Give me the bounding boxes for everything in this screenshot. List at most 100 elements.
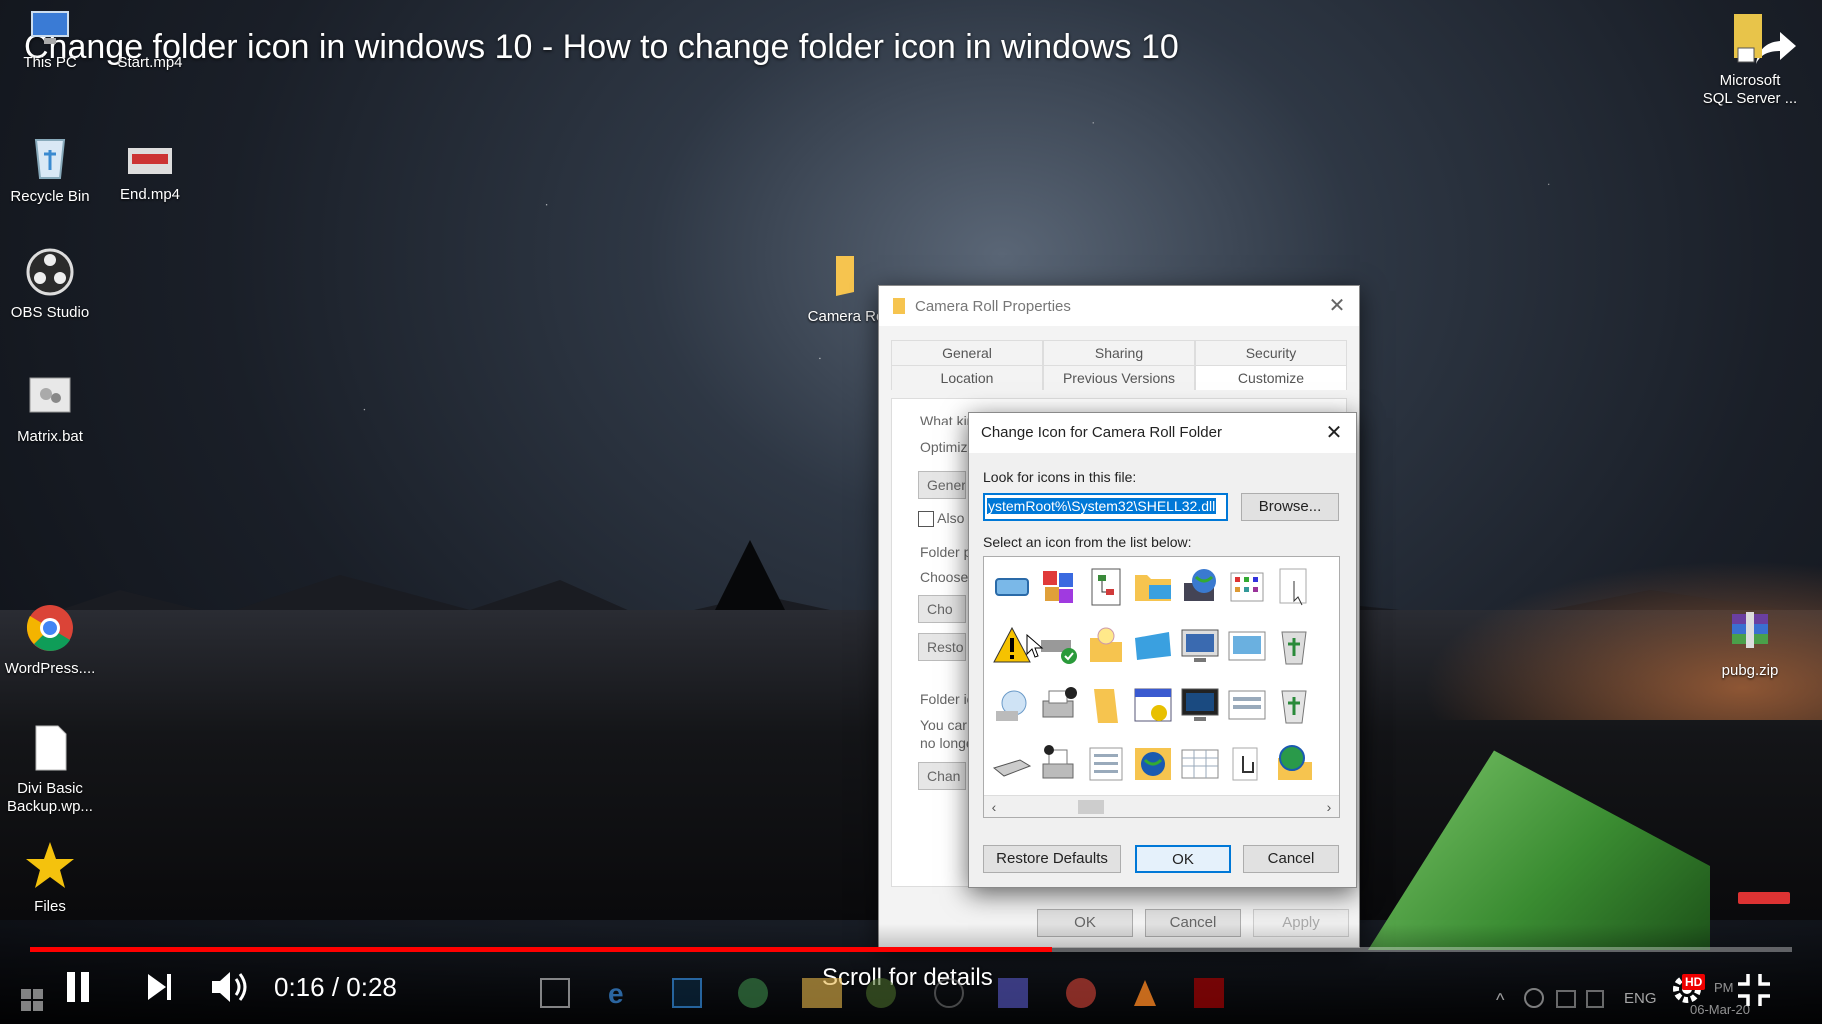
scrollbar-thumb[interactable] <box>1078 800 1104 814</box>
icon-list[interactable]: ‹ › <box>983 556 1340 818</box>
next-icon[interactable] <box>146 972 174 1002</box>
desktop-icon-pubg[interactable]: pubg.zip <box>1700 604 1800 680</box>
desktop-icon-wordpress[interactable]: WordPress.... <box>0 602 100 678</box>
tab-security[interactable]: Security <box>1195 340 1347 365</box>
document-list-icon[interactable] <box>1084 742 1128 786</box>
task-view-icon[interactable] <box>540 978 570 1008</box>
desktop-icon-sql-server[interactable]: Microsoft SQL Server ... <box>1700 8 1800 108</box>
globe-photo-icon[interactable] <box>1131 742 1175 786</box>
desktop-icon-start-mp4[interactable]: Start.mp4 <box>100 8 200 72</box>
scroll-right-icon[interactable]: › <box>1319 796 1339 817</box>
desktop-icon-files[interactable]: Files <box>0 840 100 916</box>
speaker-tray-icon[interactable] <box>1586 990 1604 1008</box>
choose-file-button[interactable]: Cho <box>918 595 966 623</box>
video-time: 0:16 / 0:28 <box>274 972 397 1002</box>
video-file-icon <box>124 140 176 180</box>
battery-icon[interactable] <box>1556 990 1576 1008</box>
computer-icon <box>24 8 76 48</box>
desktop-icon-matrix[interactable]: Matrix.bat <box>0 370 100 446</box>
desktop-icon-end-mp4[interactable]: End.mp4 <box>100 140 200 204</box>
acrobat-icon[interactable] <box>1194 978 1224 1008</box>
horizontal-scrollbar[interactable]: ‹ › <box>984 795 1339 817</box>
hand-cursor-icon[interactable] <box>1225 742 1269 786</box>
scroll-left-icon[interactable]: ‹ <box>984 796 1004 817</box>
partial-icon[interactable] <box>1319 742 1339 786</box>
window-list-icon[interactable] <box>1225 683 1269 727</box>
properties-tabs-top: General Sharing Security <box>891 340 1347 365</box>
hd-badge: HD <box>1682 974 1706 990</box>
calendar-icon[interactable] <box>1131 683 1175 727</box>
desktop-icon-divi-backup[interactable]: Divi Basic Backup.wp... <box>0 722 100 816</box>
icon-file-path-input[interactable]: ystemRoot%\System32\SHELL32.dll <box>983 493 1228 521</box>
also-apply-checkbox[interactable]: Also <box>918 510 964 528</box>
network-diagram-icon[interactable] <box>1084 565 1128 609</box>
slideshow-icon[interactable] <box>1225 624 1269 668</box>
dialog-ok-button[interactable]: OK <box>1135 845 1231 873</box>
desktop-icon-obs[interactable]: OBS Studio <box>0 246 100 322</box>
pause-icon[interactable] <box>64 970 92 1004</box>
computer-screen-icon[interactable] <box>1178 624 1222 668</box>
app-icon[interactable] <box>866 978 896 1008</box>
tab-sharing[interactable]: Sharing <box>1043 340 1195 365</box>
drive-flat-icon[interactable] <box>990 742 1034 786</box>
desktop-icon-label: Divi Basic <box>17 780 83 797</box>
printer-stack-icon[interactable] <box>1037 742 1081 786</box>
dialog-titlebar: Change Icon for Camera Roll Folder <box>969 413 1356 453</box>
desktop-icon-this-pc[interactable]: This PC <box>0 8 100 72</box>
partial-icon[interactable] <box>1319 624 1339 668</box>
tray-chevron-icon[interactable]: ^ <box>1496 990 1504 1011</box>
dialog-cancel-button[interactable]: Cancel <box>1243 845 1339 873</box>
close-icon[interactable]: ✕ <box>1325 294 1349 318</box>
printer-check-icon[interactable] <box>1037 683 1081 727</box>
folder-yellow-icon[interactable] <box>1084 683 1128 727</box>
tab-previous-versions[interactable]: Previous Versions <box>1043 365 1195 390</box>
drive-icon[interactable] <box>990 565 1034 609</box>
browse-button[interactable]: Browse... <box>1241 493 1339 521</box>
globe-computer-icon[interactable] <box>1178 565 1222 609</box>
scroll-hint[interactable]: Scroll for details <box>822 964 993 992</box>
folder-icon <box>820 250 872 302</box>
desktop-icon-label: Files <box>34 898 66 915</box>
colorful-tiles-icon[interactable] <box>1037 565 1081 609</box>
obs-taskbar-icon[interactable] <box>934 978 964 1008</box>
folder-network-icon[interactable] <box>1131 565 1175 609</box>
tab-location[interactable]: Location <box>891 365 1043 390</box>
partial-icon[interactable] <box>1319 683 1339 727</box>
volume-icon[interactable] <box>210 970 250 1004</box>
key-icon[interactable] <box>1319 565 1339 609</box>
details-grid-icon[interactable] <box>1178 742 1222 786</box>
restore-defaults-button[interactable]: Restore Defaults <box>983 845 1121 873</box>
app-icon[interactable] <box>738 978 768 1008</box>
video-progress-bar[interactable] <box>30 947 1792 952</box>
cursor-document-icon[interactable] <box>1272 565 1316 609</box>
desktop-icon-label: Matrix.bat <box>17 428 83 445</box>
windows-start-icon[interactable] <box>20 988 44 1012</box>
icon-grid-icon[interactable] <box>1225 565 1269 609</box>
change-icon-button[interactable]: Chan <box>918 762 966 790</box>
lightbulb-folder-icon[interactable] <box>1084 624 1128 668</box>
network-globe-icon[interactable] <box>1524 988 1544 1008</box>
tab-general[interactable]: General <box>891 340 1043 365</box>
desktop-icon-label: SQL Server ... <box>1702 90 1798 107</box>
monitor-blue-icon[interactable] <box>1131 624 1175 668</box>
edge-icon[interactable]: e <box>608 978 638 1009</box>
language-indicator[interactable]: ENG <box>1624 990 1657 1007</box>
desktop-icon-recycle-bin[interactable]: Recycle Bin <box>0 130 100 206</box>
monitor-dark-icon[interactable] <box>1178 683 1222 727</box>
close-icon[interactable]: ✕ <box>1322 421 1346 445</box>
desktop-icon-label: Recycle Bin <box>10 188 90 205</box>
folder-icon <box>893 298 905 314</box>
globe-folder-icon[interactable] <box>1272 742 1316 786</box>
network-globe-icon[interactable] <box>990 683 1034 727</box>
file-explorer-icon[interactable] <box>802 978 842 1008</box>
recycle-full-icon[interactable] <box>1272 624 1316 668</box>
vlc-icon[interactable] <box>1130 978 1160 1008</box>
recycle-icon[interactable] <box>1272 683 1316 727</box>
restore-default-button[interactable]: Resto <box>918 633 966 661</box>
desktop-icon-label: Start.mp4 <box>117 54 183 71</box>
teams-icon[interactable] <box>998 978 1028 1008</box>
folder-type-select[interactable]: Genera <box>918 471 966 499</box>
chrome-taskbar-icon[interactable] <box>1066 978 1096 1008</box>
tab-customize[interactable]: Customize <box>1195 365 1347 390</box>
photoshop-icon[interactable] <box>672 978 702 1008</box>
